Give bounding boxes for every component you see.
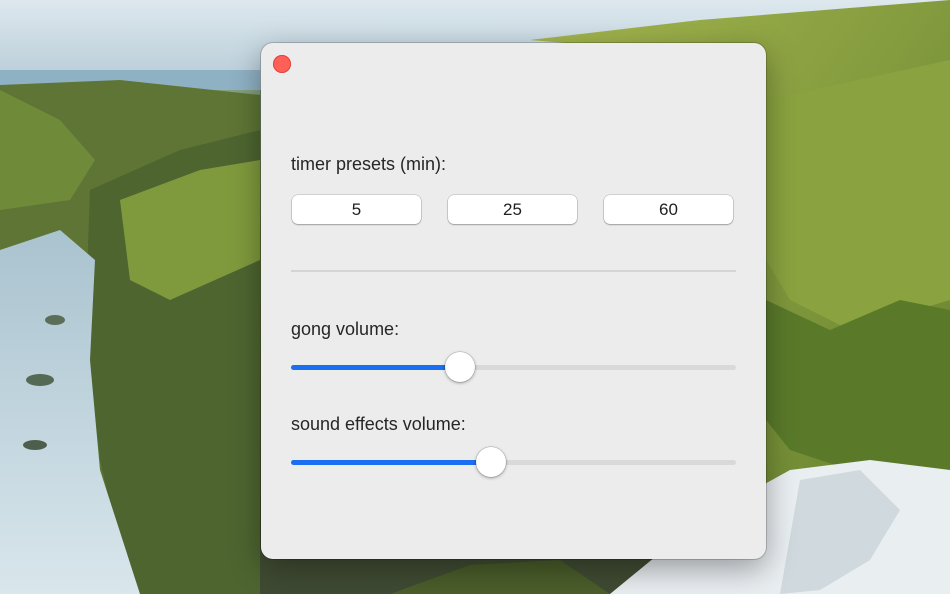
slider-knob[interactable] (476, 447, 506, 477)
slider-fill (291, 365, 460, 370)
preset-button-5[interactable]: 5 (292, 195, 421, 224)
sound-effects-volume-label: sound effects volume: (291, 414, 466, 434)
gong-volume-slider[interactable] (291, 352, 736, 382)
timer-presets-label: timer presets (min): (291, 154, 447, 174)
section-divider (291, 270, 736, 272)
settings-window: timer presets (min): 5 25 60 gong volume… (261, 43, 766, 559)
sound-effects-volume-slider[interactable] (291, 447, 736, 477)
gong-volume-label: gong volume: (291, 319, 400, 339)
preset-buttons-row: 5 25 60 (292, 195, 736, 226)
close-button[interactable] (273, 55, 291, 73)
preset-button-25[interactable]: 25 (448, 195, 577, 224)
desktop-background: timer presets (min): 5 25 60 gong volume… (0, 0, 950, 594)
slider-fill (291, 460, 491, 465)
preset-button-60[interactable]: 60 (604, 195, 733, 224)
slider-knob[interactable] (445, 352, 475, 382)
